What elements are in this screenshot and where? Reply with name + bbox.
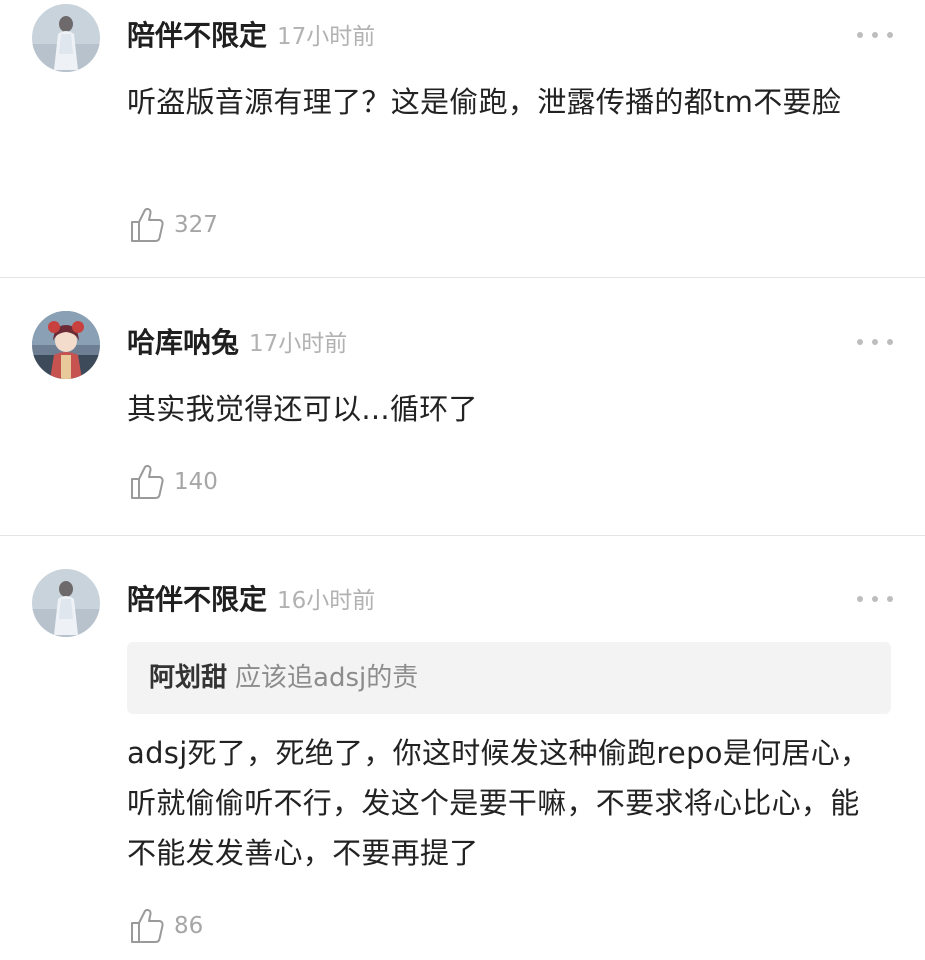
quoted-username[interactable]: 阿划甜	[149, 663, 227, 693]
like-count: 140	[174, 469, 218, 495]
more-dots-icon[interactable]	[857, 25, 893, 45]
comment-time: 16小时前	[277, 588, 376, 614]
quoted-text: 应该追adsj的责	[235, 663, 419, 693]
username[interactable]: 陪伴不限定 16小时前	[127, 583, 375, 619]
comment-text: adsj死了，死绝了，你这时候发这种偷跑repo是何居心，听就偷偷听不行，发这个…	[127, 736, 870, 870]
username[interactable]: 哈库呐兔 17小时前	[127, 326, 347, 362]
more-dots-icon[interactable]	[857, 589, 893, 609]
avatar[interactable]	[32, 4, 100, 72]
comment-text: 听盗版音源有理了？这是偷跑，泄露传播的都tm不要脸	[127, 85, 842, 119]
quoted-reply[interactable]: 阿划甜 应该追adsj的责	[127, 642, 891, 714]
username[interactable]: 陪伴不限定 17小时前	[127, 19, 375, 55]
like-count: 327	[174, 212, 218, 238]
avatar[interactable]	[32, 569, 100, 637]
comment-time: 17小时前	[249, 331, 348, 357]
more-dots-icon[interactable]	[857, 332, 893, 352]
avatar[interactable]	[32, 311, 100, 379]
comment-time: 17小时前	[277, 24, 376, 50]
comment-item: 陪伴不限定 16小时前 阿划甜 应该追adsj的责 adsj死了，死绝了，你这时候发…	[0, 536, 925, 960]
like-button[interactable]: 327	[130, 205, 218, 245]
thumbs-up-icon[interactable]	[130, 908, 164, 944]
like-button[interactable]: 86	[130, 906, 203, 946]
username-text[interactable]: 陪伴不限定	[127, 19, 267, 52]
comment-text: 其实我觉得还可以...循环了	[127, 392, 478, 426]
thumbs-up-icon[interactable]	[130, 207, 164, 243]
username-text[interactable]: 哈库呐兔	[127, 326, 239, 359]
username-text[interactable]: 陪伴不限定	[127, 583, 267, 616]
comment-item: 陪伴不限定 17小时前 听盗版音源有理了？这是偷跑，泄露传播的都tm不要脸 327	[0, 0, 925, 278]
like-button[interactable]: 140	[130, 462, 218, 502]
comment-item: 哈库呐兔 17小时前 其实我觉得还可以...循环了 140	[0, 278, 925, 536]
thumbs-up-icon[interactable]	[130, 464, 164, 500]
like-count: 86	[174, 913, 204, 939]
